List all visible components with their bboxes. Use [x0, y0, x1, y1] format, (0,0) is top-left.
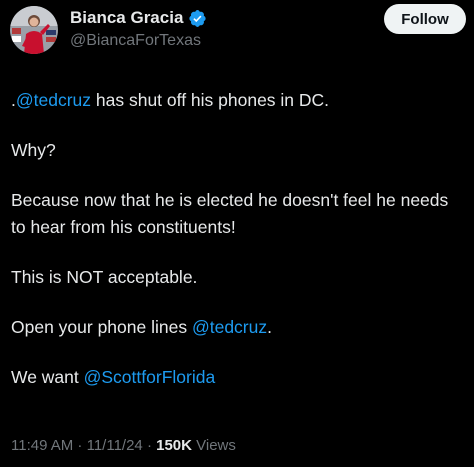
tweet-line: .@tedcruz has shut off his phones in DC. — [11, 87, 461, 114]
tweet-time[interactable]: 11:49 AM — [11, 437, 73, 454]
tweet-meta: 11:49 AM · 11/11/24 · 150K Views — [11, 436, 236, 456]
views-count[interactable]: 150K — [156, 437, 192, 454]
tweet-card: Bianca Gracia @BiancaForTexas Follow .@t… — [0, 0, 474, 467]
tweet-date[interactable]: 11/11/24 — [87, 437, 143, 454]
profile-photo — [10, 6, 58, 54]
mention-link-tedcruz[interactable]: @tedcruz — [192, 317, 267, 337]
tweet-text-segment: has shut off his phones in DC. — [91, 90, 330, 110]
tweet-text-segment: . — [267, 317, 272, 337]
avatar[interactable] — [10, 6, 58, 54]
author-name-row[interactable]: Bianca Gracia — [70, 7, 207, 29]
tweet-line: Why? — [11, 140, 56, 160]
tweet-line: Because now that he is elected he doesn'… — [11, 190, 454, 237]
tweet-text-segment: We want — [11, 367, 84, 387]
mention-link-scottforflorida[interactable]: @ScottforFlorida — [84, 367, 216, 387]
author-handle[interactable]: @BiancaForTexas — [70, 31, 201, 51]
tweet-text-segment: Open your phone lines — [11, 317, 192, 337]
tweet-text: .@tedcruz has shut off his phones in DC.… — [11, 87, 461, 391]
meta-separator: · — [73, 437, 87, 454]
mention-link-tedcruz[interactable]: @tedcruz — [16, 90, 91, 110]
author-display-name[interactable]: Bianca Gracia — [70, 7, 183, 29]
follow-button[interactable]: Follow — [384, 4, 466, 34]
tweet-line: This is NOT acceptable. — [11, 267, 198, 287]
meta-separator: · — [142, 437, 157, 454]
views-label[interactable]: Views — [192, 437, 236, 454]
verified-badge-icon[interactable] — [188, 9, 207, 28]
tweet-line: Open your phone lines @tedcruz. — [11, 314, 461, 341]
tweet-line: We want @ScottforFlorida — [11, 364, 461, 391]
